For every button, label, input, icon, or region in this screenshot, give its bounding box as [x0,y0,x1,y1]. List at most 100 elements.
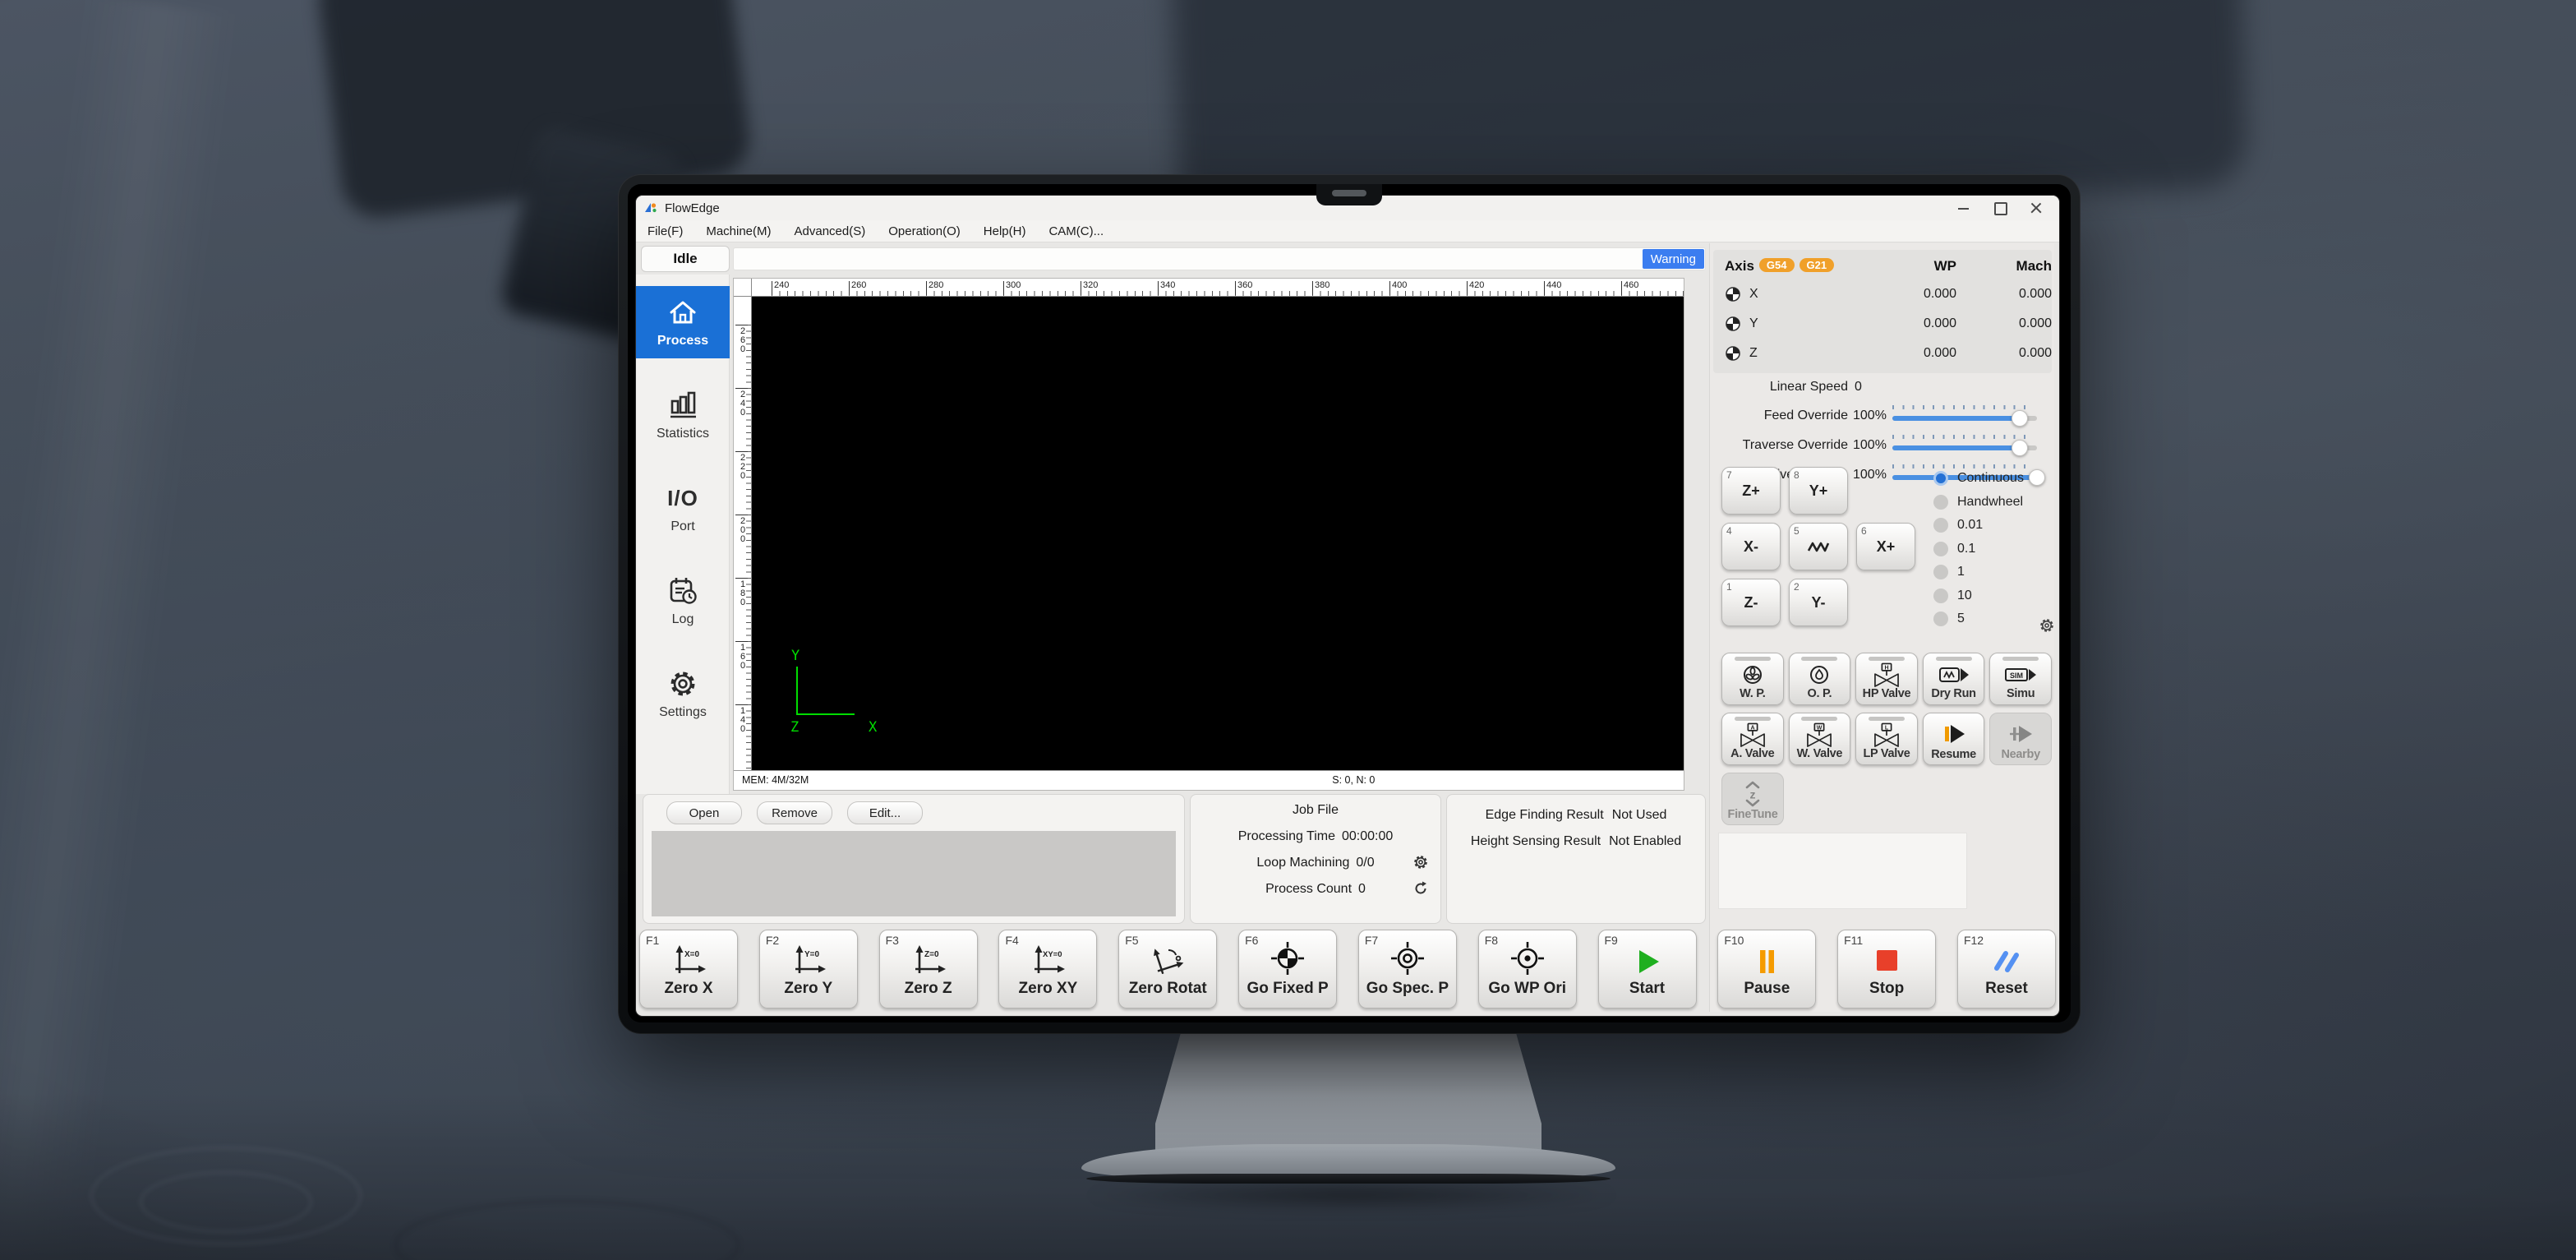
mode-5-radio[interactable]: 5 [1933,611,2024,627]
pause-icon [1750,930,1783,976]
app-logo-icon [644,201,658,215]
jog-y-minus-button[interactable]: 2Y- [1789,579,1848,626]
slider-thumb[interactable] [2011,410,2028,427]
open-button[interactable]: Open [666,801,742,824]
fn-zero-y-button[interactable]: F2 Y=0 Zero Y [759,930,858,1008]
jog-y-plus-button[interactable]: 8Y+ [1789,467,1848,515]
ruler-y-label: 240 [735,388,748,417]
minimize-icon[interactable] [1956,200,1972,216]
mode-01-radio[interactable]: 0.1 [1933,541,2024,557]
fn-start-button[interactable]: F9 Start [1598,930,1697,1008]
fn-pause-button[interactable]: F10 Pause [1717,930,1816,1008]
axis-origin-icon[interactable] [1725,345,1741,362]
edit-button[interactable]: Edit... [847,801,923,824]
slider-thumb[interactable] [2029,469,2045,486]
resume-button[interactable]: Resume [1923,713,1985,765]
sidebar-item-log[interactable]: Log [636,565,730,637]
fn-label: Pause [1744,980,1790,998]
fn-go-wp-origin-button[interactable]: F8 Go WP Ori [1478,930,1577,1008]
wp-pump-button[interactable]: W. P. [1721,653,1784,705]
air-valve-button[interactable]: A A. Valve [1721,713,1784,765]
fn-zero-xy-button[interactable]: F4 XY=0 Zero XY [998,930,1097,1008]
menu-help[interactable]: Help(H) [984,224,1026,238]
feed-override-value: 100% [1853,408,1892,423]
jog-key-label: Z+ [1742,482,1760,500]
fn-reset-button[interactable]: F12 Reset [1957,930,2056,1008]
menu-machine[interactable]: Machine(M) [706,224,771,238]
jog-x-plus-button[interactable]: 6X+ [1856,523,1915,570]
warning-badge[interactable]: Warning [1643,249,1704,269]
menu-file[interactable]: File(F) [647,224,683,238]
sidebar-item-label: Statistics [657,427,709,441]
sidebar-item-statistics[interactable]: Statistics [636,379,730,451]
fn-zero-x-button[interactable]: F1 X=0 Zero X [639,930,738,1008]
jog-x-minus-button[interactable]: 4X- [1721,523,1781,570]
mode-001-radio[interactable]: 0.01 [1933,517,2024,533]
mode-label: 5 [1957,612,1965,626]
radio-icon[interactable] [1933,565,1948,579]
maximize-icon[interactable] [1992,200,2008,216]
radio-icon[interactable] [1933,495,1948,510]
jog-z-plus-button[interactable]: 7 Z+ [1721,467,1781,515]
fn-zero-z-button[interactable]: F3 Z=0 Zero Z [879,930,978,1008]
g21-badge[interactable]: G21 [1800,258,1835,272]
lp-valve-button[interactable]: L LP Valve [1855,713,1918,765]
jog-center-button[interactable]: 5 [1789,523,1848,570]
mode-continuous-radio[interactable]: Continuous [1933,470,2024,487]
mach-header: Mach [1956,258,2052,275]
mode-handwheel-radio[interactable]: Handwheel [1933,494,2024,510]
fn-go-fixed-point-button[interactable]: F6 Go Fixed P [1238,930,1337,1008]
radio-icon[interactable] [1933,612,1948,626]
dry-run-button[interactable]: Dry Run [1923,653,1985,705]
radio-icon[interactable] [1933,471,1948,486]
radio-icon[interactable] [1933,588,1948,603]
water-valve-button[interactable]: W W. Valve [1789,713,1851,765]
fn-key-label: F9 [1605,934,1618,947]
menu-cam[interactable]: CAM(C)... [1048,224,1104,238]
traverse-override-slider[interactable] [1892,434,2037,457]
nearby-button[interactable]: Nearby [1989,713,2052,765]
axis-origin-icon[interactable] [1725,316,1741,332]
jog-z-minus-button[interactable]: 1Z- [1721,579,1781,626]
sim-icon: SIM [2004,662,2037,687]
menu-advanced[interactable]: Advanced(S) [795,224,866,238]
slider-thumb[interactable] [2011,440,2028,456]
sidebar-item-process[interactable]: Process [636,286,730,358]
mode-label: 0.1 [1957,542,1975,556]
fn-zero-rotate-button[interactable]: F5 Zero Rotat [1118,930,1217,1008]
g54-badge[interactable]: G54 [1759,258,1795,272]
menu-operation[interactable]: Operation(O) [888,224,961,238]
radio-icon[interactable] [1933,518,1948,533]
svg-text:L: L [1885,725,1889,731]
feed-override-slider[interactable] [1892,404,2037,427]
action-label: Resume [1931,748,1976,761]
action-label: W. Valve [1797,747,1843,760]
fn-go-spec-point-button[interactable]: F7 Go Spec. P [1358,930,1457,1008]
refresh-icon[interactable] [1412,880,1429,901]
toolpath-canvas[interactable]: Y Z X [752,297,1684,770]
simu-button[interactable]: SIM Simu [1989,653,2052,705]
op-pump-button[interactable]: O. P. [1789,653,1851,705]
radio-icon[interactable] [1933,542,1948,556]
jog-settings-gear-icon[interactable] [2039,617,2055,638]
slider-ticks [1892,405,2034,409]
jog-key-number: 5 [1794,525,1800,537]
gear-icon[interactable] [1412,854,1429,875]
sidebar-item-port[interactable]: I/O Port [636,472,730,544]
fn-key-label: F2 [766,934,779,947]
jog-key-number: 7 [1726,469,1732,481]
sidebar-item-label: Process [657,334,708,348]
jog-key-number: 1 [1726,581,1732,593]
file-list[interactable] [652,831,1176,916]
status-indicator [2002,657,2039,661]
fn-stop-button[interactable]: F11 Stop [1837,930,1936,1008]
hp-valve-button[interactable]: H HP Valve [1855,653,1918,705]
close-icon[interactable] [2028,200,2044,216]
mode-1-radio[interactable]: 1 [1933,564,2024,580]
axis-origin-icon[interactable] [1725,286,1741,302]
sidebar-item-settings[interactable]: Settings [636,658,730,730]
finetune-button[interactable]: z FineTune [1721,773,1784,825]
remove-button[interactable]: Remove [757,801,832,824]
jog-key-label: Y- [1811,594,1825,612]
mode-10-radio[interactable]: 10 [1933,588,2024,604]
